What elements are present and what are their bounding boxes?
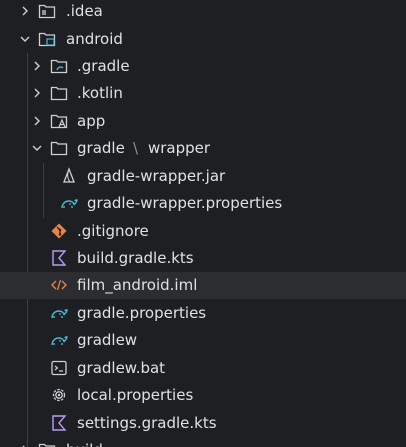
- android-module-folder-icon: [50, 112, 68, 130]
- tree-label: build: [66, 440, 103, 447]
- tree-row-gradlew-bat[interactable]: gradlew.bat: [0, 355, 406, 382]
- gear-icon: [50, 386, 68, 404]
- tree-label: .idea: [66, 2, 103, 20]
- tree-label: .gitignore: [77, 222, 149, 240]
- tree-label: wrapper: [148, 139, 211, 157]
- tree-row-kotlin-dir[interactable]: .kotlin: [0, 80, 406, 107]
- tree-row-app[interactable]: app: [0, 108, 406, 135]
- tree-row-idea[interactable]: .idea: [0, 0, 406, 25]
- tree-row-gradle-properties[interactable]: gradle.properties: [0, 300, 406, 327]
- chevron-right-icon[interactable]: [31, 115, 43, 127]
- tree-row-build-gradle[interactable]: build.gradle.kts: [0, 245, 406, 272]
- module-folder-icon: [38, 30, 56, 48]
- tree-row-gradlew[interactable]: gradlew: [0, 327, 406, 354]
- tree-label: .gradle: [77, 57, 130, 75]
- tree-label: .kotlin: [77, 84, 123, 102]
- chevron-right-icon[interactable]: [31, 60, 43, 72]
- tree-label: build.gradle.kts: [77, 249, 194, 267]
- gradle-elephant-icon: [60, 194, 78, 212]
- tree-label: gradle-wrapper.properties: [87, 194, 283, 212]
- folder-icon: [38, 441, 56, 447]
- chevron-down-icon[interactable]: [31, 142, 43, 154]
- tree-row-gradle-dir[interactable]: .gradle: [0, 53, 406, 80]
- tree-label: settings.gradle.kts: [77, 414, 217, 432]
- tree-label: gradle: [77, 139, 125, 157]
- tree-label: gradlew: [77, 331, 138, 349]
- chevron-right-icon[interactable]: [31, 87, 43, 99]
- chevron-down-icon[interactable]: [19, 33, 31, 45]
- tree-label: local.properties: [77, 386, 194, 404]
- tree-row-wrapper-jar[interactable]: gradle-wrapper.jar: [0, 163, 406, 190]
- kotlin-script-icon: [50, 249, 68, 267]
- xml-code-icon: [50, 276, 68, 294]
- chevron-right-icon[interactable]: [19, 5, 31, 17]
- idea-folder-icon: [38, 2, 56, 20]
- tree-row-gradle-wrapper[interactable]: gradle \ wrapper: [0, 135, 406, 162]
- tree-row-film-iml[interactable]: film_android.iml: [0, 272, 406, 299]
- project-tree: .idea android .gradle .kotlin app gradle…: [0, 0, 406, 447]
- terminal-icon: [50, 359, 68, 377]
- kotlin-script-icon: [50, 414, 68, 432]
- jar-icon: [60, 167, 78, 185]
- tree-label: android: [66, 30, 123, 48]
- folder-icon: [50, 139, 68, 157]
- tree-row-gitignore[interactable]: .gitignore: [0, 218, 406, 245]
- path-separator: \: [133, 139, 139, 157]
- tree-label: gradle-wrapper.jar: [87, 167, 226, 185]
- tree-row-settings-gradle[interactable]: settings.gradle.kts: [0, 410, 406, 437]
- git-icon: [50, 222, 68, 240]
- tree-row-local-properties[interactable]: local.properties: [0, 382, 406, 409]
- tree-label: gradle.properties: [77, 304, 207, 322]
- tree-label: film_android.iml: [77, 276, 198, 294]
- tree-row-android[interactable]: android: [0, 26, 406, 53]
- gradle-folder-icon: [50, 57, 68, 75]
- tree-row-build[interactable]: build: [0, 437, 406, 447]
- gradle-elephant-icon: [50, 304, 68, 322]
- gradle-elephant-icon: [50, 331, 68, 349]
- tree-label: app: [77, 112, 106, 130]
- tree-label: gradlew.bat: [77, 359, 166, 377]
- folder-icon: [50, 84, 68, 102]
- tree-row-wrapper-properties[interactable]: gradle-wrapper.properties: [0, 190, 406, 217]
